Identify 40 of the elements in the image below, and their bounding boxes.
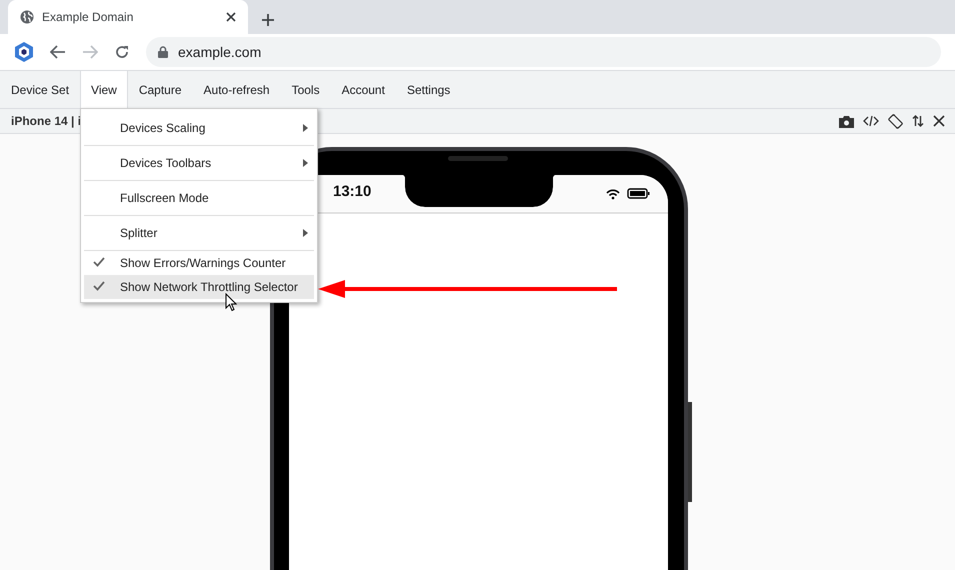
submenu-arrow-icon (303, 159, 308, 167)
globe-icon (20, 10, 34, 24)
close-icon[interactable] (933, 115, 945, 127)
menu-item[interactable]: Show Errors/Warnings Counter (84, 251, 314, 275)
menu-item-label: Show Network Throttling Selector (120, 280, 299, 294)
menu-bar-item[interactable]: View (80, 71, 128, 108)
swap-arrows-icon[interactable] (912, 114, 924, 128)
menu-item[interactable]: Fullscreen Mode (84, 181, 314, 216)
reload-icon[interactable] (114, 44, 130, 60)
menu-item[interactable]: Show Network Throttling Selector (84, 275, 314, 299)
hexagon-logo-icon[interactable] (14, 41, 34, 63)
menu-item-label: Splitter (120, 226, 158, 240)
address-bar[interactable]: example.com (146, 37, 941, 67)
plus-icon[interactable] (262, 14, 274, 26)
back-arrow-icon[interactable] (50, 45, 66, 59)
url-text: example.com (178, 44, 262, 60)
menu-item[interactable]: Devices Scaling (84, 111, 314, 146)
rotate-icon[interactable] (888, 114, 903, 128)
menu-item-label: Fullscreen Mode (120, 191, 210, 205)
menu-bar-item[interactable]: Capture (128, 71, 193, 108)
camera-icon[interactable] (839, 114, 854, 128)
code-icon[interactable] (863, 115, 879, 127)
lock-icon (158, 46, 168, 58)
menu-bar-item[interactable]: Settings (396, 71, 462, 108)
browser-tab[interactable]: Example Domain (8, 0, 248, 34)
menu-item-label: Devices Scaling (120, 121, 206, 135)
device-name: iPhone 14 | i (11, 114, 82, 128)
submenu-arrow-icon (303, 124, 308, 132)
menu-bar-item[interactable]: Device Set (0, 71, 80, 108)
status-time: 13:10 (333, 183, 372, 200)
menu-item-label: Devices Toolbars (120, 156, 212, 170)
menu-bar-item[interactable]: Tools (280, 71, 331, 108)
submenu-arrow-icon (303, 229, 308, 237)
tab-title: Example Domain (42, 10, 134, 24)
menu-item[interactable]: Splitter (84, 216, 314, 251)
menu-item[interactable]: Devices Toolbars (84, 146, 314, 181)
menu-bar-item[interactable]: Account (330, 71, 396, 108)
menu-bar-item[interactable]: Auto-refresh (192, 71, 281, 108)
close-icon[interactable] (226, 12, 236, 22)
menu-item-label: Show Errors/Warnings Counter (120, 256, 287, 270)
